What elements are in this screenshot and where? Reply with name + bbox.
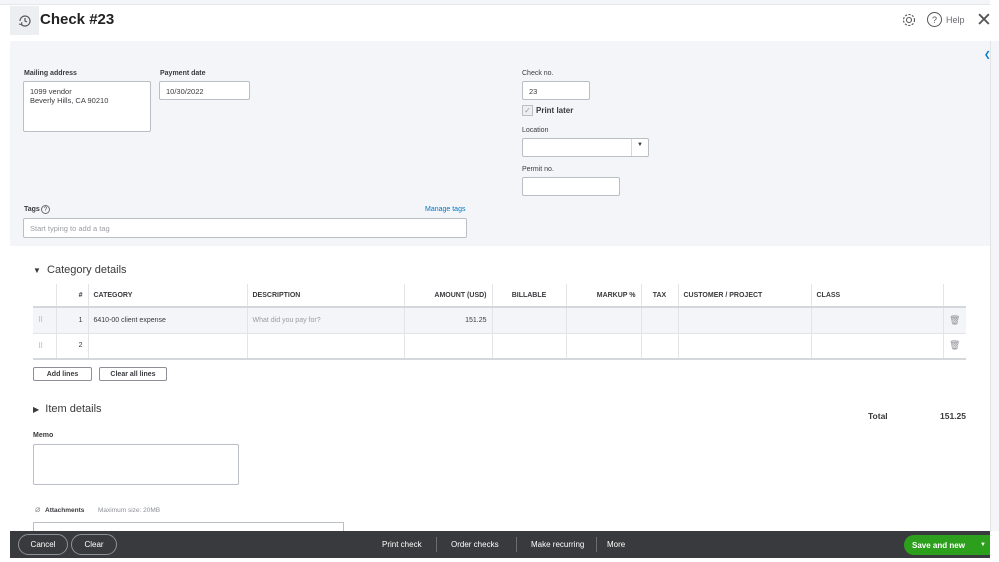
- table-row[interactable]: ⠿ 1 6410-00 client expense What did you …: [33, 307, 966, 334]
- check-no-field[interactable]: 23: [522, 81, 590, 100]
- col-category: CATEGORY: [88, 284, 248, 308]
- col-description: DESCRIPTION: [247, 284, 405, 308]
- add-lines-button[interactable]: Add lines: [33, 367, 92, 381]
- table-row[interactable]: ⠿ 2 🗑︎: [33, 333, 966, 360]
- markup-cell[interactable]: [566, 307, 642, 334]
- manage-tags-link[interactable]: Manage tags: [425, 206, 465, 213]
- trash-icon[interactable]: 🗑︎: [943, 333, 966, 360]
- table-header-row: # CATEGORY DESCRIPTION AMOUNT (USD) BILL…: [33, 284, 966, 308]
- permit-no-field[interactable]: [522, 177, 620, 196]
- permit-no-label: Permit no.: [522, 166, 554, 173]
- customer-cell[interactable]: [678, 307, 812, 334]
- order-checks-link[interactable]: Order checks: [451, 540, 499, 549]
- clear-button[interactable]: Clear: [71, 534, 117, 555]
- col-markup: MARKUP %: [566, 284, 642, 308]
- col-customer-project: CUSTOMER / PROJECT: [678, 284, 812, 308]
- tax-cell[interactable]: [641, 307, 679, 334]
- payment-date-label: Payment date: [160, 70, 206, 77]
- dropdown-arrow-icon: ▼: [637, 142, 643, 148]
- amount-cell[interactable]: 151.25: [404, 307, 493, 334]
- location-label: Location: [522, 127, 549, 134]
- memo-field[interactable]: [33, 444, 239, 485]
- row-number: 1: [56, 307, 89, 334]
- help-label: Help: [946, 14, 965, 25]
- memo-label: Memo: [33, 432, 54, 439]
- mailing-address-field[interactable]: 1099 vendor Beverly Hills, CA 90210: [23, 81, 151, 132]
- total-value: 151.25: [940, 411, 966, 421]
- recent-transactions-icon[interactable]: [10, 6, 39, 35]
- footer-bar: Cancel Clear Print check Order checks Ma…: [10, 531, 990, 558]
- col-class: CLASS: [811, 284, 944, 308]
- category-details-title: Category details: [47, 264, 127, 276]
- attachments-label: Attachments: [45, 507, 85, 514]
- description-cell[interactable]: [247, 333, 405, 360]
- col-tax: TAX: [641, 284, 679, 308]
- form-header-panel: [10, 41, 990, 246]
- help-button[interactable]: ? Help: [927, 12, 965, 27]
- billable-cell[interactable]: [492, 333, 567, 360]
- cancel-button[interactable]: Cancel: [18, 534, 68, 555]
- paperclip-icon: ⌀: [35, 504, 41, 514]
- gear-icon[interactable]: [901, 12, 917, 30]
- category-details-toggle[interactable]: ▼ Category details: [33, 264, 127, 276]
- row-number: 2: [56, 333, 89, 360]
- check-no-label: Check no.: [522, 70, 554, 77]
- customer-cell[interactable]: [678, 333, 812, 360]
- category-cell[interactable]: [88, 333, 248, 360]
- mailing-address-label: Mailing address: [24, 70, 77, 77]
- caret-right-icon: ▶: [33, 405, 40, 414]
- separator: [596, 537, 597, 552]
- markup-cell[interactable]: [566, 333, 642, 360]
- page-title: Check #23: [40, 11, 115, 28]
- col-billable: BILLABLE: [492, 284, 567, 308]
- class-cell[interactable]: [811, 333, 944, 360]
- total-label: Total: [868, 411, 888, 421]
- close-icon[interactable]: ✕: [976, 9, 992, 32]
- col-amount: AMOUNT (USD): [404, 284, 493, 308]
- make-recurring-link[interactable]: Make recurring: [531, 540, 584, 549]
- description-cell[interactable]: What did you pay for?: [247, 307, 405, 334]
- col-number: #: [56, 284, 89, 308]
- sidebar-collapse-strip[interactable]: [990, 41, 999, 531]
- billable-cell[interactable]: [492, 307, 567, 334]
- item-details-title: Item details: [45, 403, 102, 415]
- category-table: # CATEGORY DESCRIPTION AMOUNT (USD) BILL…: [33, 284, 966, 360]
- tax-cell[interactable]: [641, 333, 679, 360]
- class-cell[interactable]: [811, 307, 944, 334]
- help-icon: ?: [927, 12, 942, 27]
- trash-icon[interactable]: 🗑︎: [943, 307, 966, 334]
- tags-help-icon[interactable]: ?: [41, 205, 50, 214]
- drag-col-header: [33, 284, 57, 308]
- select-divider: [631, 139, 632, 156]
- separator: [516, 537, 517, 552]
- top-border: [0, 0, 990, 5]
- chevron-left-icon[interactable]: ❮: [984, 50, 991, 59]
- clear-all-lines-button[interactable]: Clear all lines: [99, 367, 167, 381]
- more-link[interactable]: More: [607, 540, 625, 549]
- print-later-checkbox[interactable]: ✓: [522, 105, 533, 116]
- payment-date-field[interactable]: 10/30/2022: [159, 81, 250, 100]
- separator: [436, 537, 437, 552]
- save-options-dropdown-icon[interactable]: ▼: [976, 535, 990, 555]
- tags-label: Tags: [24, 206, 40, 213]
- print-later-label: Print later: [536, 106, 574, 115]
- tags-input[interactable]: Start typing to add a tag: [23, 218, 467, 238]
- location-select[interactable]: ▼: [522, 138, 649, 157]
- attachments-max-size: Maximum size: 20MB: [98, 507, 161, 514]
- item-details-toggle[interactable]: ▶ Item details: [33, 403, 102, 415]
- drag-handle-icon[interactable]: ⠿: [33, 307, 57, 334]
- caret-down-icon: ▼: [33, 266, 41, 275]
- category-cell[interactable]: 6410-00 client expense: [88, 307, 248, 334]
- address-line1: 1099 vendor: [30, 87, 72, 96]
- address-line2: Beverly Hills, CA 90210: [30, 96, 109, 105]
- print-check-link[interactable]: Print check: [382, 540, 422, 549]
- trash-col-header: [943, 284, 966, 308]
- drag-handle-icon[interactable]: ⠿: [33, 333, 57, 360]
- amount-cell[interactable]: [404, 333, 493, 360]
